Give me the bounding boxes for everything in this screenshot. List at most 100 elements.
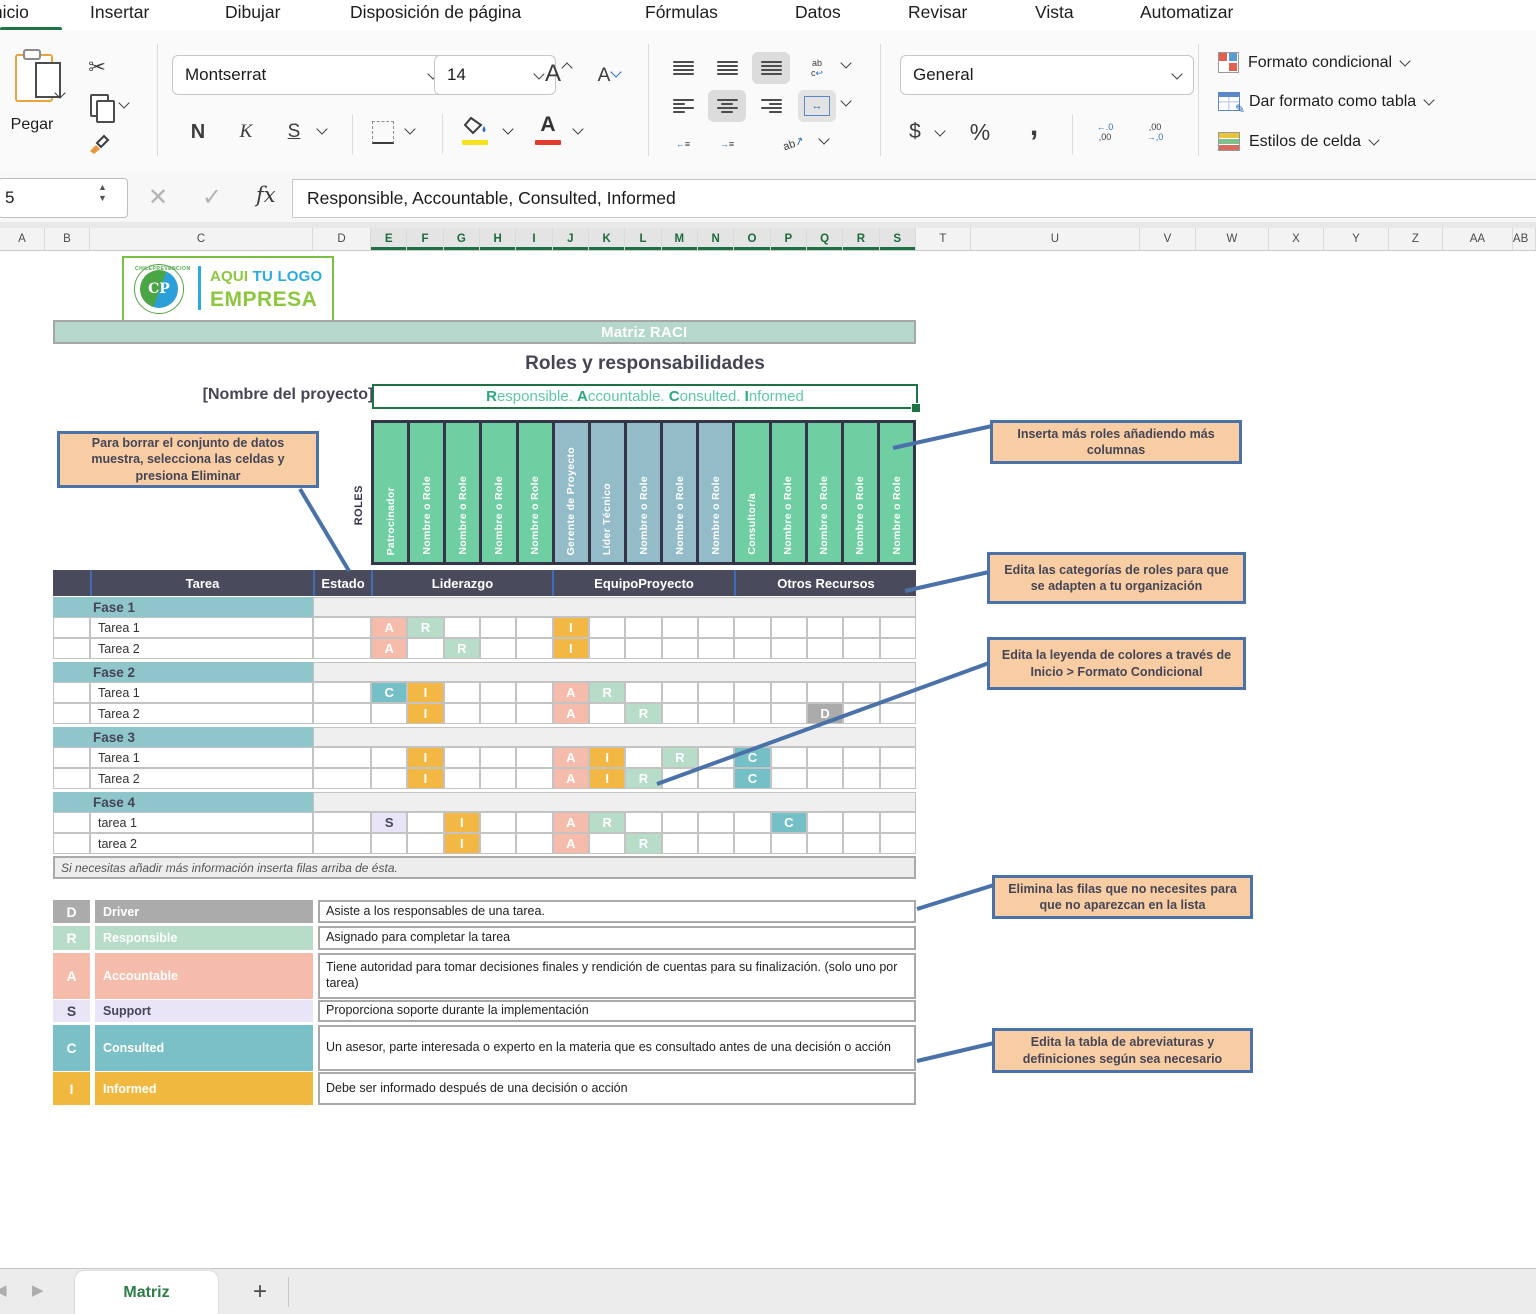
raci-empty-cell[interactable] <box>444 617 480 638</box>
wrap-text-button[interactable]: ab c↩ <box>798 52 836 84</box>
raci-empty-cell[interactable] <box>698 682 734 703</box>
raci-empty-cell[interactable] <box>662 812 698 833</box>
estado-cell[interactable] <box>313 833 371 854</box>
task-name-cell[interactable]: Tarea 2 <box>90 768 313 789</box>
estado-cell[interactable] <box>313 747 371 768</box>
column-header-L[interactable]: L <box>625 228 661 250</box>
raci-mark-cell[interactable]: C <box>734 747 770 768</box>
merge-center-button[interactable]: ↔ <box>798 90 836 122</box>
raci-empty-cell[interactable] <box>698 812 734 833</box>
role-column-header[interactable]: Patrocinador <box>374 423 407 562</box>
role-column-header[interactable]: Nombre o Role <box>410 423 443 562</box>
column-header-M[interactable]: M <box>662 228 698 250</box>
raci-mark-cell[interactable]: I <box>444 812 480 833</box>
raci-empty-cell[interactable] <box>771 617 807 638</box>
estado-cell[interactable] <box>313 682 371 703</box>
raci-empty-cell[interactable] <box>480 617 516 638</box>
column-header-R[interactable]: R <box>843 228 879 250</box>
page-title[interactable]: Roles y responsabilidades <box>375 353 915 375</box>
column-header-D[interactable]: D <box>313 228 371 250</box>
column-header-N[interactable]: N <box>698 228 734 250</box>
row-spacer-cell[interactable] <box>53 638 90 659</box>
legend-label-cell[interactable]: Responsible <box>95 926 313 950</box>
task-name-cell[interactable]: Tarea 2 <box>90 703 313 724</box>
raci-mark-cell[interactable]: I <box>407 703 443 724</box>
raci-empty-cell[interactable] <box>698 833 734 854</box>
raci-empty-cell[interactable] <box>734 833 770 854</box>
currency-chevron-icon[interactable] <box>934 125 945 136</box>
raci-empty-cell[interactable] <box>734 617 770 638</box>
legend-label-cell[interactable]: Driver <box>95 900 313 923</box>
callout-insert-roles[interactable]: Inserta más roles añadiendo más columnas <box>990 420 1242 464</box>
raci-empty-cell[interactable] <box>807 747 843 768</box>
font-name-select[interactable]: Montserrat <box>172 55 450 95</box>
decrease-decimal-button[interactable]: ,00 →,0 <box>1134 114 1176 150</box>
increase-indent-button[interactable]: →≡ <box>708 128 746 160</box>
callout-delete-rows[interactable]: Elimina las filas que no necesites para … <box>992 875 1253 919</box>
legend-code-cell[interactable]: A <box>53 953 90 999</box>
column-header-J[interactable]: J <box>553 228 589 250</box>
raci-empty-cell[interactable] <box>843 833 879 854</box>
estado-cell[interactable] <box>313 703 371 724</box>
conditional-formatting-button[interactable]: Formato condicional <box>1218 52 1409 73</box>
raci-empty-cell[interactable] <box>771 682 807 703</box>
role-column-header[interactable]: Consultor/a <box>735 423 768 562</box>
raci-empty-cell[interactable] <box>880 682 916 703</box>
role-column-header[interactable]: Nombre o Role <box>663 423 696 562</box>
align-top-button[interactable] <box>664 52 702 84</box>
column-header-F[interactable]: F <box>407 228 443 250</box>
legend-label-cell[interactable]: Informed <box>95 1072 313 1105</box>
role-column-header[interactable]: Nombre o Role <box>519 423 552 562</box>
raci-mark-cell[interactable]: I <box>444 833 480 854</box>
row-spacer-cell[interactable] <box>53 682 90 703</box>
raci-empty-cell[interactable] <box>771 638 807 659</box>
raci-empty-cell[interactable] <box>843 703 879 724</box>
raci-empty-cell[interactable] <box>734 638 770 659</box>
raci-empty-cell[interactable] <box>771 703 807 724</box>
orientation-button[interactable]: ab↗ <box>772 128 816 160</box>
raci-mark-cell[interactable]: A <box>553 768 589 789</box>
raci-empty-cell[interactable] <box>589 638 625 659</box>
borders-button[interactable] <box>366 116 400 148</box>
paste-label[interactable]: Pegar <box>0 116 64 134</box>
raci-empty-cell[interactable] <box>516 617 552 638</box>
raci-mark-cell[interactable]: I <box>589 747 625 768</box>
font-color-chevron-icon[interactable] <box>572 123 583 134</box>
raci-empty-cell[interactable] <box>480 747 516 768</box>
format-painter-button[interactable] <box>80 128 118 160</box>
raci-empty-cell[interactable] <box>880 747 916 768</box>
number-format-select[interactable]: General <box>900 55 1194 95</box>
raci-mark-cell[interactable]: R <box>625 703 661 724</box>
add-sheet-button[interactable]: + <box>240 1273 280 1311</box>
phase-band-filler[interactable] <box>313 727 916 747</box>
raci-empty-cell[interactable] <box>662 833 698 854</box>
raci-mark-cell[interactable]: A <box>553 703 589 724</box>
phase-band-filler[interactable] <box>313 597 916 617</box>
raci-mark-cell[interactable]: I <box>407 768 443 789</box>
raci-empty-cell[interactable] <box>516 682 552 703</box>
raci-mark-cell[interactable]: S <box>371 812 407 833</box>
role-column-header[interactable]: Nombre o Role <box>808 423 841 562</box>
raci-empty-cell[interactable] <box>407 638 443 659</box>
column-header-X[interactable]: X <box>1269 228 1324 250</box>
raci-empty-cell[interactable] <box>444 747 480 768</box>
menu-item-disposici-n-de-p-gina[interactable]: Disposición de página <box>350 2 521 23</box>
menu-item-insertar[interactable]: Insertar <box>90 2 149 23</box>
raci-empty-cell[interactable] <box>698 703 734 724</box>
raci-empty-cell[interactable] <box>843 682 879 703</box>
legend-description-cell[interactable]: Un asesor, parte interesada o experto en… <box>318 1025 916 1071</box>
raci-empty-cell[interactable] <box>480 682 516 703</box>
enter-button[interactable]: ✓ <box>202 183 222 212</box>
raci-empty-cell[interactable] <box>516 703 552 724</box>
raci-empty-cell[interactable] <box>807 768 843 789</box>
increase-font-button[interactable]: A <box>540 56 576 92</box>
raci-empty-cell[interactable] <box>444 768 480 789</box>
raci-empty-cell[interactable] <box>480 638 516 659</box>
raci-empty-cell[interactable] <box>516 833 552 854</box>
raci-empty-cell[interactable] <box>880 638 916 659</box>
column-header-O[interactable]: O <box>734 228 770 250</box>
raci-empty-cell[interactable] <box>843 638 879 659</box>
callout-edit-categories[interactable]: Edita las categorías de roles para que s… <box>987 552 1246 604</box>
raci-mark-cell[interactable]: I <box>407 747 443 768</box>
menu-item-dibujar[interactable]: Dibujar <box>225 2 280 23</box>
